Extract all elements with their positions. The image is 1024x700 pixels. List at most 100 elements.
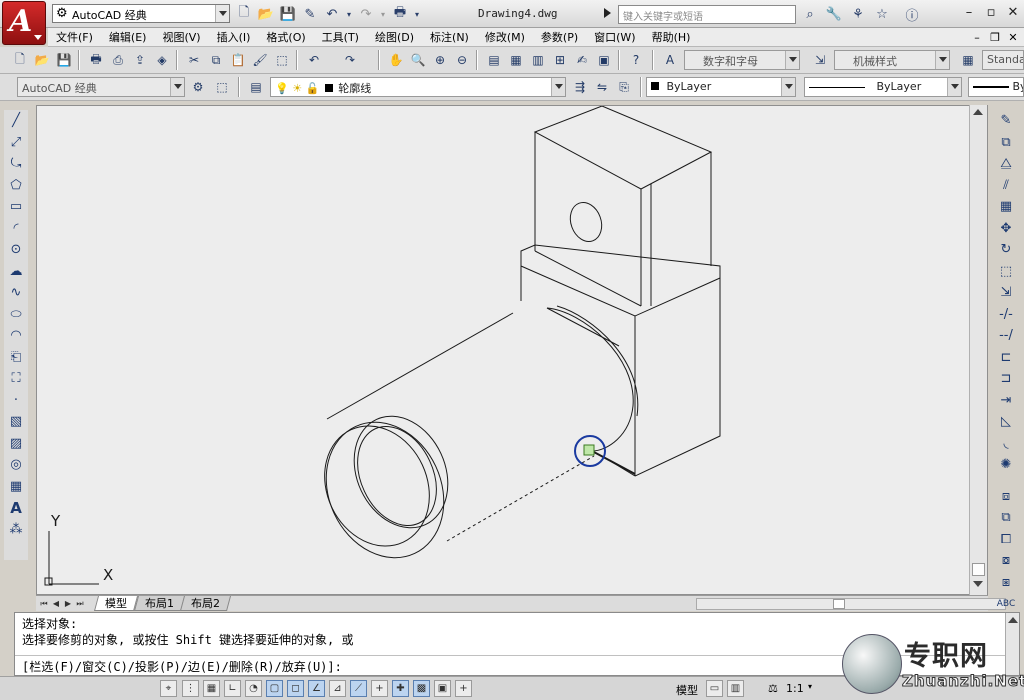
workspace-settings-icon[interactable]: ⚙ bbox=[188, 77, 208, 97]
sheet-set-icon[interactable]: ⊞ bbox=[550, 50, 570, 70]
markup-icon[interactable]: ✍ bbox=[572, 50, 592, 70]
workspace-select[interactable]: AutoCAD 经典 bbox=[17, 77, 185, 97]
scale-icon[interactable]: ⬚ bbox=[993, 261, 1019, 283]
app-menu-button[interactable]: A bbox=[2, 1, 46, 45]
polygon-icon[interactable]: ⬠ bbox=[4, 175, 28, 197]
menu-file[interactable]: 文件(F) bbox=[48, 28, 101, 46]
3d-print-icon[interactable]: ◈ bbox=[152, 50, 172, 70]
text-style-icon[interactable]: A bbox=[660, 50, 680, 70]
menu-parametric[interactable]: 参数(P) bbox=[533, 28, 586, 46]
undo-dropdown-icon[interactable]: ▾ bbox=[343, 4, 355, 24]
spline-icon[interactable]: ∿ bbox=[4, 282, 28, 304]
workspace-customize-icon[interactable]: ⬚ bbox=[212, 77, 232, 97]
chevron-down-icon[interactable] bbox=[215, 5, 229, 22]
scale-dropdown-icon[interactable]: ▾ bbox=[808, 682, 812, 691]
save-toolbar-icon[interactable]: 💾 bbox=[54, 50, 74, 70]
insert-block-icon[interactable]: ⎗ bbox=[4, 347, 28, 369]
tab-layout1[interactable]: 布局1 bbox=[133, 596, 186, 611]
transparency-icon[interactable]: ✚ bbox=[392, 680, 409, 697]
next-tab-icon[interactable]: ▶ bbox=[62, 598, 74, 609]
copy-icon[interactable]: ⧉ bbox=[206, 50, 226, 70]
canvas-horizontal-scrollbar[interactable] bbox=[696, 598, 1006, 610]
maximize-icon[interactable]: ▫ bbox=[980, 3, 1002, 23]
ellipse-icon[interactable]: ⬭ bbox=[4, 304, 28, 326]
array-icon[interactable]: ▦ bbox=[993, 196, 1019, 218]
pan-icon[interactable]: ✋ bbox=[386, 50, 406, 70]
dynamic-input-icon[interactable]: ⟋ bbox=[350, 680, 367, 697]
offset-icon[interactable]: ⫽ bbox=[993, 175, 1019, 197]
hatch-icon[interactable]: ▧ bbox=[4, 411, 28, 433]
linetype-select[interactable]: ByLayer bbox=[804, 77, 962, 97]
help-icon[interactable]: ⓘ bbox=[900, 4, 924, 24]
open-folder-icon[interactable]: 📂 bbox=[255, 4, 277, 24]
binoculars-icon[interactable]: ⌕ bbox=[798, 4, 822, 24]
canvas-vertical-scrollbar[interactable] bbox=[969, 105, 987, 595]
menu-edit[interactable]: 编辑(E) bbox=[101, 28, 155, 46]
polar-tracking-icon[interactable]: ◔ bbox=[245, 680, 262, 697]
stretch-icon[interactable]: ⇲ bbox=[993, 282, 1019, 304]
chevron-down-icon[interactable] bbox=[935, 51, 949, 69]
menu-modify[interactable]: 修改(M) bbox=[477, 28, 533, 46]
construction-line-icon[interactable]: ⤢ bbox=[4, 132, 28, 154]
calculator-icon[interactable]: ▣ bbox=[594, 50, 614, 70]
drawing-canvas[interactable]: Y X bbox=[36, 105, 988, 595]
lineweight-select[interactable]: ByLayer bbox=[968, 77, 1024, 97]
table-style-select[interactable]: Standa bbox=[982, 50, 1024, 70]
command-prompt[interactable]: [栏选(F)/窗交(C)/投影(P)/边(E)/删除(R)/放弃(U)]: bbox=[22, 658, 342, 675]
send-under-icon[interactable]: ⧆ bbox=[993, 572, 1019, 594]
table-style-icon[interactable]: ▦ bbox=[958, 50, 978, 70]
block-editor-icon[interactable]: ⬚ bbox=[272, 50, 292, 70]
extend-icon[interactable]: --/ bbox=[993, 325, 1019, 347]
publish-icon[interactable]: ⇪ bbox=[130, 50, 150, 70]
ortho-mode-icon[interactable]: ∟ bbox=[224, 680, 241, 697]
menu-draw[interactable]: 绘图(D) bbox=[367, 28, 422, 46]
circle-icon[interactable]: ⊙ bbox=[4, 239, 28, 261]
scroll-up-icon[interactable] bbox=[1008, 617, 1018, 623]
tool-palettes-icon[interactable]: ▥ bbox=[528, 50, 548, 70]
bring-above-icon[interactable]: ⧇ bbox=[993, 550, 1019, 572]
print-icon[interactable]: 🖶 bbox=[389, 4, 411, 24]
table-icon[interactable]: ▦ bbox=[4, 476, 28, 498]
cut-icon[interactable]: ✂ bbox=[184, 50, 204, 70]
scroll-thumb[interactable] bbox=[833, 599, 845, 609]
dim-style-select[interactable]: 机械样式 bbox=[834, 50, 950, 70]
draworder-icon[interactable]: ⧈ bbox=[993, 486, 1019, 508]
doc-restore-icon[interactable]: ❐ bbox=[986, 28, 1004, 47]
arc-icon[interactable]: ◜ bbox=[4, 218, 28, 240]
redo-dropdown-icon[interactable]: ▾ bbox=[377, 4, 389, 24]
open-icon[interactable]: 📂 bbox=[32, 50, 52, 70]
menu-view[interactable]: 视图(V) bbox=[154, 28, 208, 46]
3d-osnap-icon[interactable]: ◻ bbox=[287, 680, 304, 697]
last-tab-icon[interactable]: ⏭ bbox=[74, 598, 86, 609]
make-block-icon[interactable]: ⛶ bbox=[4, 368, 28, 390]
trim-icon[interactable]: -/- bbox=[993, 304, 1019, 326]
menu-help[interactable]: 帮助(H) bbox=[644, 28, 699, 46]
qnew-icon[interactable]: 🗋 bbox=[10, 50, 30, 70]
zoom-realtime-icon[interactable]: 🔍 bbox=[408, 50, 428, 70]
polyline-icon[interactable]: ⤿ bbox=[4, 153, 28, 175]
save-icon[interactable]: 💾 bbox=[277, 4, 299, 24]
revision-cloud-icon[interactable]: ☁ bbox=[4, 261, 28, 283]
text-style-select[interactable]: 数字和字母 bbox=[684, 50, 800, 70]
ducs-icon[interactable]: ⊿ bbox=[329, 680, 346, 697]
scroll-thumb[interactable] bbox=[972, 563, 985, 576]
paste-icon[interactable]: 📋 bbox=[228, 50, 248, 70]
satellite-icon[interactable]: ⚘ bbox=[846, 4, 870, 24]
menu-insert[interactable]: 插入(I) bbox=[209, 28, 259, 46]
favorites-star-icon[interactable]: ☆ bbox=[870, 4, 894, 24]
chevron-down-icon[interactable] bbox=[551, 78, 565, 96]
point-icon[interactable]: · bbox=[4, 390, 28, 412]
menu-dimension[interactable]: 标注(N) bbox=[422, 28, 477, 46]
ellipse-arc-icon[interactable]: ◠ bbox=[4, 325, 28, 347]
expand-arrow-icon[interactable] bbox=[604, 8, 612, 18]
otrack-icon[interactable]: ∠ bbox=[308, 680, 325, 697]
gradient-icon[interactable]: ▨ bbox=[4, 433, 28, 455]
join-icon[interactable]: ⇥ bbox=[993, 390, 1019, 412]
doc-minimize-icon[interactable]: – bbox=[968, 28, 986, 47]
tab-model[interactable]: 模型 bbox=[93, 596, 139, 611]
qat-dropdown-icon[interactable]: ▾ bbox=[411, 4, 423, 24]
help-toolbar-icon[interactable]: ? bbox=[626, 50, 646, 70]
new-file-icon[interactable]: 🗋 bbox=[233, 4, 255, 24]
annotation-scale-value[interactable]: 1:1 bbox=[786, 682, 804, 695]
move-icon[interactable]: ✥ bbox=[993, 218, 1019, 240]
